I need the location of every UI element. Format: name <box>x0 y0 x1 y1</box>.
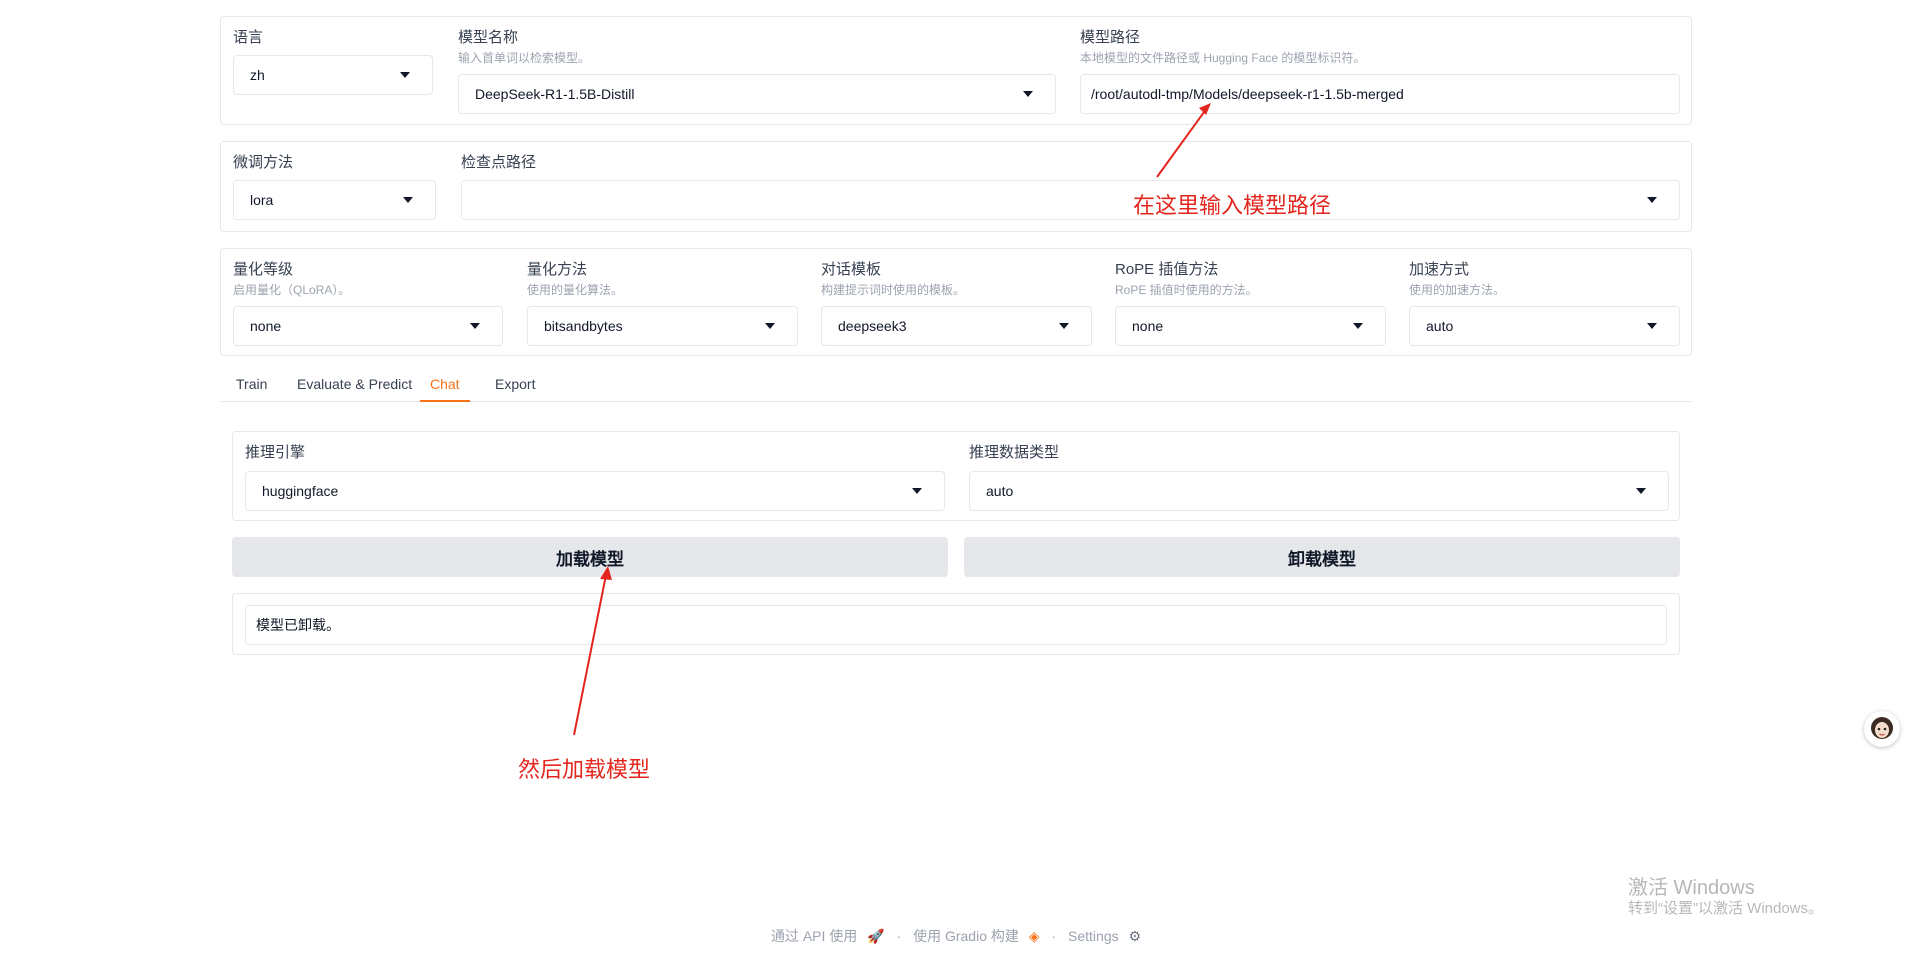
model-name-hint: 输入首单词以检索模型。 <box>458 51 591 65</box>
model-path-label: 模型路径 <box>1080 29 1141 46</box>
inference-panel: 推理引擎 huggingface 推理数据类型 auto <box>232 431 1680 521</box>
model-name-value: DeepSeek-R1-1.5B-Distill <box>475 86 635 102</box>
model-path-field: 模型路径 本地模型的文件路径或 Hugging Face 的模型标识符。 <box>1080 29 1365 66</box>
lang-field: 语言 <box>233 29 263 47</box>
avatar-face-icon <box>1871 717 1893 739</box>
quant-bit-select[interactable]: none <box>233 306 503 346</box>
tab-train[interactable]: Train <box>236 376 267 400</box>
template-hint: 构建提示词时使用的模板。 <box>821 283 966 297</box>
chevron-down-icon <box>403 197 413 203</box>
info-textbox[interactable]: 模型已卸载。 <box>245 605 1667 645</box>
infer-dtype-value: auto <box>986 483 1014 499</box>
checkpoint-select[interactable] <box>461 180 1680 220</box>
rope-label: RoPE 插值方法 <box>1115 261 1219 278</box>
booster-hint: 使用的加速方法。 <box>1409 283 1506 297</box>
finetune-label: 微调方法 <box>233 154 294 171</box>
model-name-label: 模型名称 <box>458 29 519 46</box>
booster-field: 加速方式 使用的加速方法。 <box>1409 261 1505 298</box>
main-tabs: Train Evaluate & Predict Chat Export <box>220 370 1692 402</box>
footer: 通过 API 使用 🚀 · 使用 Gradio 构建 ◈ · Settings … <box>0 926 1912 946</box>
quant-bit-value: none <box>250 318 282 334</box>
infer-backend-select[interactable]: huggingface <box>245 471 945 511</box>
chevron-down-icon <box>1636 488 1646 494</box>
chevron-down-icon <box>1647 323 1657 329</box>
rocket-icon: 🚀 <box>867 927 885 944</box>
finetune-panel: 微调方法 lora 检查点路径 <box>220 141 1692 232</box>
settings-link[interactable]: Settings <box>1068 928 1119 944</box>
path-annotation: 在这里输入模型路径 <box>1133 193 1332 218</box>
tab-export[interactable]: Export <box>495 376 535 400</box>
model-path-value: /root/autodl-tmp/Models/deepseek-r1-1.5b… <box>1091 86 1404 102</box>
finetune-field: 微调方法 <box>233 154 293 172</box>
booster-select[interactable]: auto <box>1409 306 1680 346</box>
quant-method-hint: 使用的量化算法。 <box>527 283 624 297</box>
quant-method-select[interactable]: bitsandbytes <box>527 306 798 346</box>
quant-method-value: bitsandbytes <box>544 318 623 334</box>
unload-model-button[interactable]: 卸载模型 <box>964 537 1680 577</box>
gradio-logo-icon: ◈ <box>1028 927 1040 944</box>
model-path-input[interactable]: /root/autodl-tmp/Models/deepseek-r1-1.5b… <box>1080 74 1680 114</box>
quant-bit-label: 量化等级 <box>233 261 294 278</box>
tab-evaluate-predict[interactable]: Evaluate & Predict <box>297 376 412 400</box>
chevron-down-icon <box>1647 197 1657 203</box>
advanced-panel: 量化等级 启用量化（QLoRA）。 none 量化方法 使用的量化算法。 bit… <box>220 248 1692 356</box>
template-select[interactable]: deepseek3 <box>821 306 1092 346</box>
windows-watermark-subtitle: 转到“设置”以激活 Windows。 <box>1628 900 1824 917</box>
gear-icon: ⚙ <box>1128 927 1142 944</box>
footer-separator: · <box>896 928 902 944</box>
infer-dtype-select[interactable]: auto <box>969 471 1669 511</box>
infer-backend-label: 推理引擎 <box>245 444 306 461</box>
quant-method-label: 量化方法 <box>527 261 588 278</box>
infer-backend-field: 推理引擎 <box>245 444 305 462</box>
infer-dtype-label: 推理数据类型 <box>969 444 1060 461</box>
windows-watermark-title: 激活 Windows <box>1628 877 1755 899</box>
checkpoint-label: 检查点路径 <box>461 154 537 171</box>
chevron-down-icon <box>1059 323 1069 329</box>
template-label: 对话模板 <box>821 261 882 278</box>
api-link[interactable]: 通过 API 使用 <box>771 926 857 946</box>
chevron-down-icon <box>470 323 480 329</box>
finetune-value: lora <box>250 192 274 208</box>
tab-chat[interactable]: Chat <box>420 376 470 402</box>
finetune-select[interactable]: lora <box>233 180 436 220</box>
model-path-hint: 本地模型的文件路径或 Hugging Face 的模型标识符。 <box>1080 51 1366 65</box>
chevron-down-icon <box>400 72 410 78</box>
chevron-down-icon <box>1353 323 1363 329</box>
chevron-down-icon <box>765 323 775 329</box>
model-name-select[interactable]: DeepSeek-R1-1.5B-Distill <box>458 74 1056 114</box>
quant-method-field: 量化方法 使用的量化算法。 <box>527 261 623 298</box>
checkpoint-field: 检查点路径 <box>461 154 536 172</box>
chevron-down-icon <box>912 488 922 494</box>
template-field: 对话模板 构建提示词时使用的模板。 <box>821 261 965 298</box>
gradio-link[interactable]: 使用 Gradio 构建 <box>913 926 1019 946</box>
model-name-field: 模型名称 输入首单词以检索模型。 <box>458 29 590 66</box>
info-text: 模型已卸载。 <box>256 617 340 633</box>
booster-label: 加速方式 <box>1409 261 1470 278</box>
avatar[interactable] <box>1864 711 1900 747</box>
footer-separator: · <box>1051 928 1057 944</box>
infer-backend-value: huggingface <box>262 483 339 499</box>
lang-label: 语言 <box>233 29 264 46</box>
infer-dtype-field: 推理数据类型 <box>969 444 1059 462</box>
chevron-down-icon <box>1023 91 1033 97</box>
rope-value: none <box>1132 318 1164 334</box>
load-annotation: 然后加载模型 <box>518 757 651 782</box>
model-basic-panel: 语言 zh 模型名称 输入首单词以检索模型。 DeepSeek-R1-1.5B-… <box>220 16 1692 125</box>
booster-value: auto <box>1426 318 1454 334</box>
rope-select[interactable]: none <box>1115 306 1386 346</box>
quant-bit-field: 量化等级 启用量化（QLoRA）。 <box>233 261 350 298</box>
lang-value: zh <box>250 67 265 83</box>
rope-hint: RoPE 插值时使用的方法。 <box>1115 283 1258 297</box>
load-model-button[interactable]: 加载模型 <box>232 537 948 577</box>
template-value: deepseek3 <box>838 318 907 334</box>
info-panel: 模型已卸载。 <box>232 593 1680 655</box>
rope-field: RoPE 插值方法 RoPE 插值时使用的方法。 <box>1115 261 1258 298</box>
quant-bit-hint: 启用量化（QLoRA）。 <box>233 283 351 297</box>
lang-select[interactable]: zh <box>233 55 433 95</box>
